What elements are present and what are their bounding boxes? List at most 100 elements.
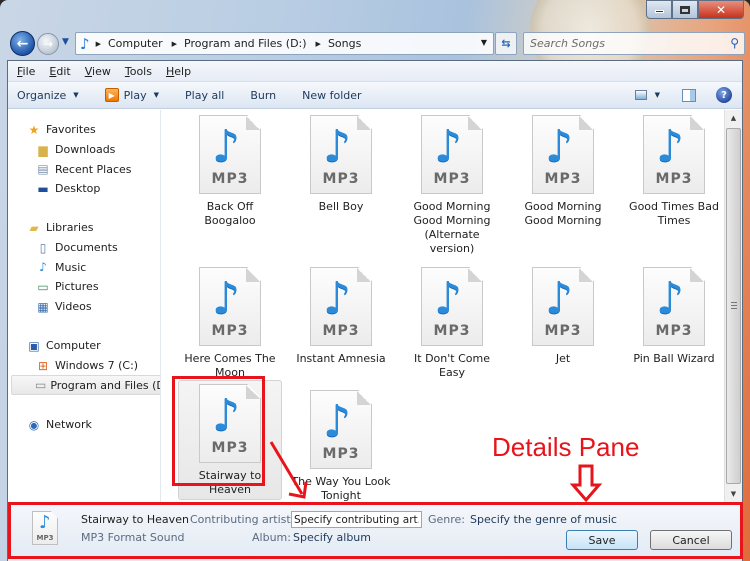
navigation-pane: ★ Favorites ▆ Downloads ▤ Recent Places ▬ De…: [8, 110, 161, 503]
file-item[interactable]: ♪ MP3 Jet: [511, 264, 615, 366]
close-icon: ✕: [715, 2, 727, 17]
file-name: Back Off Boogaloo: [204, 200, 256, 227]
recent-places-icon: ▤: [37, 162, 49, 177]
maximize-button[interactable]: [672, 0, 698, 19]
mp3-file-icon: ♪ MP3: [310, 390, 372, 469]
refresh-button[interactable]: ⇆: [495, 32, 517, 55]
libraries-group: ▰ Libraries ▯ Documents ♪ Music ▭ Pictures ▦…: [8, 218, 160, 317]
details-pane-annotation-label: Details Pane: [492, 432, 640, 462]
minimize-icon: [654, 10, 664, 13]
mp3-file-icon: ♪ MP3: [199, 267, 261, 346]
file-name: Good Morning Good Morning (Alternate ver…: [413, 200, 491, 255]
breadcrumb-songs[interactable]: ▶ Songs: [316, 37, 371, 50]
grip-icon: [731, 302, 737, 309]
videos-icon: ▦: [37, 299, 49, 314]
window-controls: ✕: [646, 0, 744, 19]
play-button[interactable]: ▶ Play ▼: [104, 88, 159, 102]
menu-tools[interactable]: Tools: [125, 65, 152, 78]
mp3-file-icon: ♪ MP3: [421, 115, 483, 194]
toolbar-right-controls: ▼ ?: [634, 87, 732, 103]
mp3-file-icon: ♪ MP3: [643, 115, 705, 194]
file-item[interactable]: ♪ MP3 The Way You Look Tonight: [289, 387, 393, 503]
back-button[interactable]: ←: [10, 31, 35, 56]
sidebar-item-windows7-c[interactable]: ⊞ Windows 7 (C:): [8, 356, 160, 376]
downloads-folder-icon: ▆: [38, 142, 48, 157]
address-bar[interactable]: ♪ ▶ Computer ▶ Program and Files (D:) ▶ …: [75, 32, 494, 55]
music-note-icon: ♪: [212, 273, 241, 324]
sidebar-item-recent-places[interactable]: ▤ Recent Places: [8, 159, 160, 179]
desktop-icon: ▬: [37, 181, 49, 196]
music-note-icon: ♪: [545, 121, 574, 172]
search-icon[interactable]: ⚲: [730, 36, 739, 50]
music-note-icon: ♪: [434, 273, 463, 324]
play-icon: ▶: [104, 88, 119, 102]
organize-button[interactable]: Organize ▼: [17, 89, 79, 102]
refresh-icon: ⇆: [501, 37, 511, 50]
music-folder-icon: ♪: [80, 34, 90, 53]
file-item[interactable]: ♪ MP3 Pin Ball Wizard: [622, 264, 725, 366]
sidebar-item-program-and-files-d[interactable]: ▭ Program and Files (D:): [11, 375, 160, 396]
file-item[interactable]: ♪ MP3 Instant Amnesia: [289, 264, 393, 366]
file-name: Jet: [555, 352, 571, 365]
menu-file[interactable]: File: [17, 65, 35, 78]
scroll-down-icon[interactable]: ▼: [725, 486, 742, 503]
file-item[interactable]: ♪ MP3 Here Comes The Moon: [178, 264, 282, 380]
help-icon[interactable]: ?: [716, 87, 732, 103]
sidebar-item-computer[interactable]: ▣ Computer: [8, 336, 160, 356]
play-all-button[interactable]: Play all: [185, 89, 224, 102]
file-name: Good Morning Good Morning: [524, 200, 602, 227]
sidebar-item-libraries[interactable]: ▰ Libraries: [8, 218, 160, 238]
menu-view[interactable]: View: [85, 65, 111, 78]
music-note-icon: ♪: [212, 121, 241, 172]
sidebar-item-music[interactable]: ♪ Music: [8, 257, 160, 277]
sidebar-item-desktop[interactable]: ▬ Desktop: [8, 179, 160, 199]
new-folder-button[interactable]: New folder: [302, 89, 361, 102]
recent-pages-dropdown[interactable]: ▼: [62, 37, 69, 47]
music-note-icon: ♪: [434, 121, 463, 172]
scroll-up-icon[interactable]: ▲: [725, 110, 742, 127]
search-input[interactable]: [530, 37, 720, 50]
close-button[interactable]: ✕: [698, 0, 744, 19]
forward-button[interactable]: →: [37, 33, 59, 55]
sidebar-item-pictures[interactable]: ▭ Pictures: [8, 277, 160, 297]
vertical-scrollbar[interactable]: ▲ ▼: [724, 110, 742, 503]
sidebar-item-downloads[interactable]: ▆ Downloads: [8, 140, 160, 160]
change-view-icon[interactable]: [634, 90, 647, 100]
preview-pane-icon[interactable]: [682, 88, 696, 102]
libraries-icon: ▰: [29, 220, 39, 235]
menu-edit[interactable]: Edit: [49, 65, 70, 78]
minimize-button[interactable]: [646, 0, 672, 19]
file-item[interactable]: ♪ MP3 Bell Boy: [289, 112, 393, 214]
breadcrumb-separator-icon: ▶: [315, 39, 321, 48]
sidebar-item-documents[interactable]: ▯ Documents: [8, 238, 160, 258]
file-item[interactable]: ♪ MP3 Back Off Boogaloo: [178, 112, 282, 228]
mp3-file-icon: ♪ MP3: [421, 267, 483, 346]
file-item[interactable]: ♪ MP3 Good Morning Good Morning (Alternate…: [400, 112, 504, 256]
music-note-icon: ♪: [656, 121, 685, 172]
view-options-dropdown[interactable]: ▼: [655, 91, 660, 99]
computer-icon: ▣: [28, 338, 40, 353]
forward-arrow-icon: →: [42, 37, 54, 51]
breadcrumb-computer[interactable]: ▶ Computer: [96, 37, 172, 50]
search-box[interactable]: ⚲: [523, 32, 745, 55]
address-history-dropdown[interactable]: ▼: [481, 38, 487, 47]
sidebar-item-network[interactable]: ◉ Network: [8, 415, 160, 435]
mp3-file-icon: ♪ MP3: [310, 267, 372, 346]
mp3-file-icon: ♪ MP3: [532, 115, 594, 194]
file-item[interactable]: ♪ MP3 Good Morning Good Morning: [511, 112, 615, 228]
file-item[interactable]: ♪ MP3 Good Times Bad Times: [622, 112, 725, 228]
sidebar-item-videos[interactable]: ▦ Videos: [8, 297, 160, 317]
mp3-file-icon: ♪ MP3: [310, 115, 372, 194]
breadcrumb-program-and-files[interactable]: ▶ Program and Files (D:): [172, 37, 316, 50]
favorites-group: ★ Favorites ▆ Downloads ▤ Recent Places ▬ De…: [8, 120, 160, 199]
file-item[interactable]: ♪ MP3 It Don't Come Easy: [400, 264, 504, 380]
sidebar-item-favorites[interactable]: ★ Favorites: [8, 120, 160, 140]
file-name: Good Times Bad Times: [629, 200, 719, 227]
drive-icon: ▭: [35, 378, 47, 393]
burn-button[interactable]: Burn: [250, 89, 276, 102]
menu-help[interactable]: Help: [166, 65, 191, 78]
music-note-icon: ♪: [656, 273, 685, 324]
selected-file-highlight-box: [172, 376, 265, 486]
file-name: It Don't Come Easy: [414, 352, 490, 379]
scrollbar-thumb[interactable]: [726, 128, 741, 484]
